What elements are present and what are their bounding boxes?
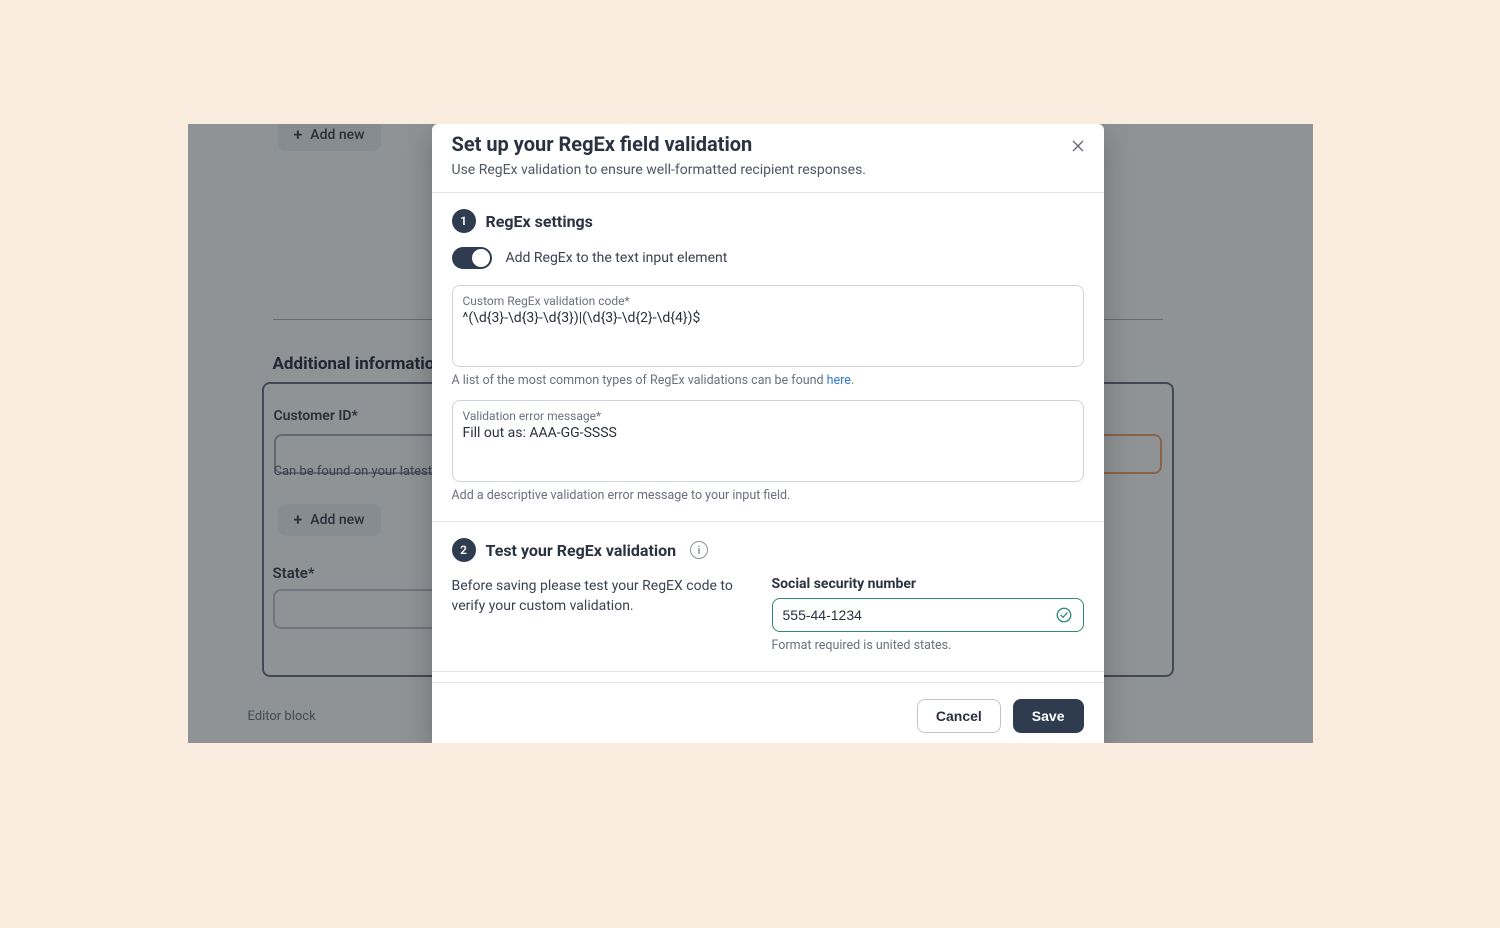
regex-code-textarea[interactable]: [463, 310, 1073, 352]
close-icon: [1070, 138, 1086, 154]
test-field-input-wrap[interactable]: [772, 598, 1084, 632]
regex-code-legend: Custom RegEx validation code*: [463, 294, 1073, 308]
error-message-textarea[interactable]: [463, 425, 1073, 467]
cancel-button[interactable]: Cancel: [917, 699, 1001, 733]
app-stage: + Add new Additional informatio Customer…: [188, 124, 1313, 743]
toggle-knob: [472, 249, 490, 267]
error-message-helper: Add a descriptive validation error messa…: [452, 488, 1084, 503]
test-form: Social security number Format required i…: [772, 576, 1084, 653]
check-circle-icon: [1055, 606, 1073, 624]
step-badge-2: 2: [452, 538, 476, 562]
section-test-validation: 2 Test your RegEx validation i Before sa…: [432, 522, 1104, 672]
regex-helper-suffix: .: [851, 373, 854, 388]
regex-validation-modal: Set up your RegEx field validation Use R…: [432, 124, 1104, 743]
toggle-row: Add RegEx to the text input element: [452, 247, 1084, 269]
regex-helper-link[interactable]: here: [827, 373, 851, 388]
save-button[interactable]: Save: [1013, 699, 1084, 733]
toggle-label: Add RegEx to the text input element: [506, 250, 728, 266]
error-message-field[interactable]: Validation error message*: [452, 400, 1084, 482]
section-heading: 1 RegEx settings: [452, 209, 1084, 233]
test-body: Before saving please test your RegEX cod…: [452, 576, 1084, 653]
test-field-hint: Format required is united states.: [772, 638, 1084, 653]
info-icon[interactable]: i: [690, 541, 708, 559]
error-message-legend: Validation error message*: [463, 409, 1073, 423]
section-title: RegEx settings: [486, 212, 593, 231]
modal-footer: Cancel Save: [432, 682, 1104, 743]
regex-code-field[interactable]: Custom RegEx validation code*: [452, 285, 1084, 367]
regex-helper-prefix: A list of the most common types of RegEx…: [452, 373, 827, 388]
section-title-2: Test your RegEx validation: [486, 541, 677, 560]
modal-title: Set up your RegEx field validation: [452, 132, 1084, 156]
test-field-label: Social security number: [772, 576, 1084, 592]
section-regex-settings: 1 RegEx settings Add RegEx to the text i…: [432, 193, 1104, 522]
test-field-input[interactable]: [783, 607, 1047, 623]
section-heading-2: 2 Test your RegEx validation i: [452, 538, 1084, 562]
close-button[interactable]: [1066, 134, 1090, 158]
regex-toggle[interactable]: [452, 247, 492, 269]
step-badge-1: 1: [452, 209, 476, 233]
modal-subtitle: Use RegEx validation to ensure well-form…: [452, 162, 1084, 178]
test-description: Before saving please test your RegEX cod…: [452, 576, 742, 617]
modal-header: Set up your RegEx field validation Use R…: [432, 124, 1104, 193]
regex-helper: A list of the most common types of RegEx…: [452, 373, 1084, 388]
